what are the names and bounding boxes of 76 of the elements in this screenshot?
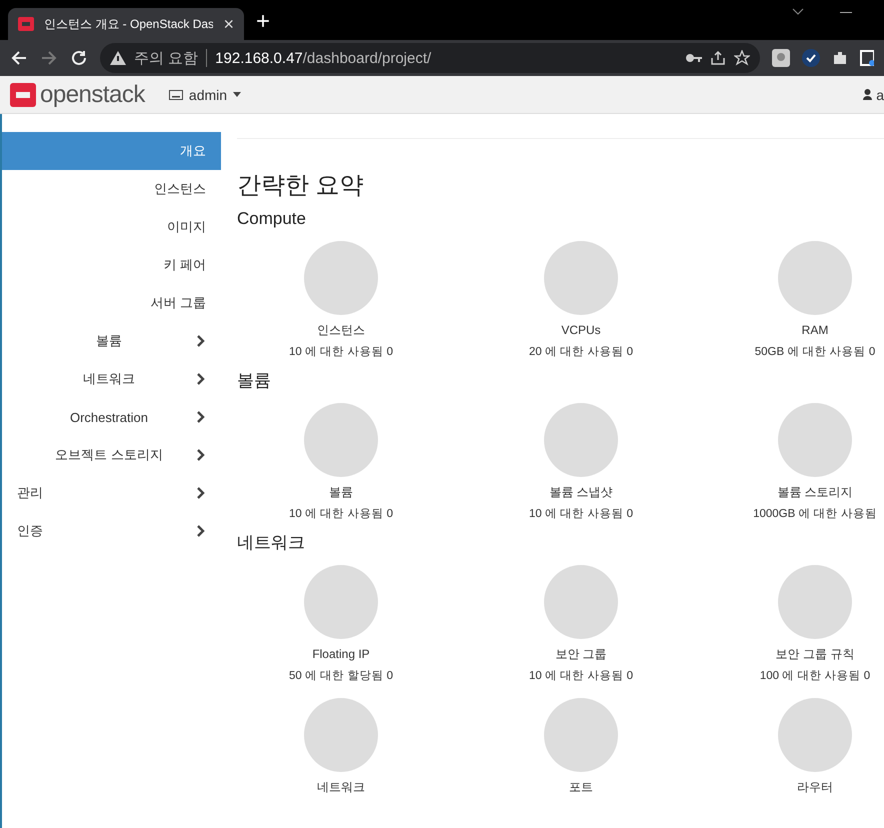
- sidebar-item[interactable]: 오브젝트 스토리지: [2, 436, 221, 474]
- reload-icon[interactable]: [70, 49, 88, 67]
- chevron-icon: [196, 335, 206, 347]
- chevron-icon: [196, 525, 206, 537]
- quota-label: 네트워크: [317, 779, 365, 796]
- quota-reading: 100 에 대한 사용됨 0: [760, 669, 870, 684]
- sidebar-item[interactable]: 서버 그룹: [2, 284, 221, 322]
- quota-reading: 20 에 대한 사용됨 0: [529, 345, 633, 360]
- quota-label: 포트: [569, 779, 593, 796]
- chevron-down-icon[interactable]: [792, 8, 804, 16]
- quota-label: 보안 그룹: [555, 646, 607, 663]
- chevron-icon: [196, 373, 206, 385]
- sidebar-item[interactable]: Orchestration: [2, 398, 221, 436]
- key-icon[interactable]: [686, 53, 702, 63]
- quota-label: 볼륨 스토리지: [777, 484, 853, 501]
- sidebar-item[interactable]: 볼륨: [2, 322, 221, 360]
- sidebar-item[interactable]: 네트워크: [2, 360, 221, 398]
- quota-reading: 50GB 에 대한 사용됨 0: [754, 345, 876, 360]
- quota-label: 인스턴스: [317, 322, 365, 339]
- quota-label: 라우터: [797, 779, 833, 796]
- sidebar-item[interactable]: 이미지: [2, 208, 221, 246]
- sidebar-label: 오브젝트 스토리지: [54, 446, 164, 464]
- chevron-icon: [196, 449, 206, 461]
- browser-tab[interactable]: 인스턴스 개요 - OpenStack Das ×: [8, 8, 244, 40]
- sidebar-item[interactable]: 개요: [2, 132, 221, 170]
- section-title: Compute: [237, 208, 307, 230]
- user-icon: [863, 89, 872, 100]
- star-icon[interactable]: [734, 50, 750, 66]
- back-arrow-icon[interactable]: [10, 49, 28, 67]
- minimize-icon[interactable]: [840, 12, 852, 14]
- quota-reading: 10 에 대한 사용됨 0: [289, 345, 393, 360]
- quota-label: VCPUs: [561, 322, 601, 339]
- sidebar-label: Orchestration: [68, 410, 150, 424]
- sidebar-label: 인증: [17, 522, 43, 540]
- quota-label: RAM: [802, 322, 828, 339]
- share-icon[interactable]: [710, 50, 726, 66]
- quota-reading: 50 에 대한 할당됨 0: [289, 669, 393, 684]
- user-menu[interactable]: a: [863, 86, 884, 102]
- sidebar-item[interactable]: 인증: [2, 512, 221, 550]
- warning-icon: [110, 51, 126, 65]
- chevron-icon: [196, 411, 206, 423]
- quota-label: 볼륨 스냅샷: [549, 484, 613, 501]
- quota-label: Floating IP: [312, 646, 370, 663]
- close-button[interactable]: ×: [223, 14, 234, 34]
- check-badge-icon[interactable]: [802, 49, 820, 67]
- forward-arrow-icon[interactable]: [40, 49, 58, 67]
- brand-name: openstack: [40, 80, 145, 108]
- caret-icon: [233, 92, 242, 97]
- sidebar-item[interactable]: 인스턴스: [2, 170, 221, 208]
- security-label: 주의 요함: [134, 48, 198, 68]
- url-text: 192.168.0.47/dashboard/project/: [215, 50, 432, 66]
- page-title: 간략한 요약: [237, 171, 365, 201]
- quota-reading: 10 에 대한 사용됨 0: [529, 669, 633, 684]
- openstack-logo-icon: [18, 17, 34, 31]
- new-tab-button[interactable]: +: [256, 8, 270, 36]
- sidebar-item[interactable]: 키 페어: [2, 246, 221, 284]
- sidebar-label: 네트워크: [82, 370, 136, 388]
- quota-reading: 10 에 대한 사용됨 0: [529, 507, 633, 522]
- section-title: 네트워크: [237, 532, 306, 554]
- tab-title: 인스턴스 개요 - OpenStack Das: [44, 16, 214, 32]
- sidebar-label: 관리: [17, 484, 43, 502]
- quota-reading: 10 에 대한 사용됨 0: [289, 507, 393, 522]
- puzzle-icon[interactable]: [832, 50, 848, 66]
- section-title: 볼륨: [237, 370, 272, 392]
- sidebar-icon[interactable]: [860, 50, 874, 66]
- chevron-icon: [196, 487, 206, 499]
- address-field[interactable]: 주의 요함 192.168.0.47/dashboard/project/: [100, 43, 760, 73]
- extension-icon[interactable]: [772, 49, 790, 67]
- sidebar-label: 볼륨: [95, 332, 123, 350]
- keyboard-icon: [168, 90, 183, 100]
- quota-label: 볼륨: [329, 484, 353, 501]
- quota-label: 보안 그룹 규칙: [776, 646, 854, 663]
- sidebar-item[interactable]: 관리: [2, 474, 221, 512]
- project-dropdown[interactable]: admin: [168, 86, 242, 102]
- openstack-logo-icon: [10, 82, 36, 106]
- quota-reading: 1000GB 에 대한 사용됨: [753, 507, 877, 522]
